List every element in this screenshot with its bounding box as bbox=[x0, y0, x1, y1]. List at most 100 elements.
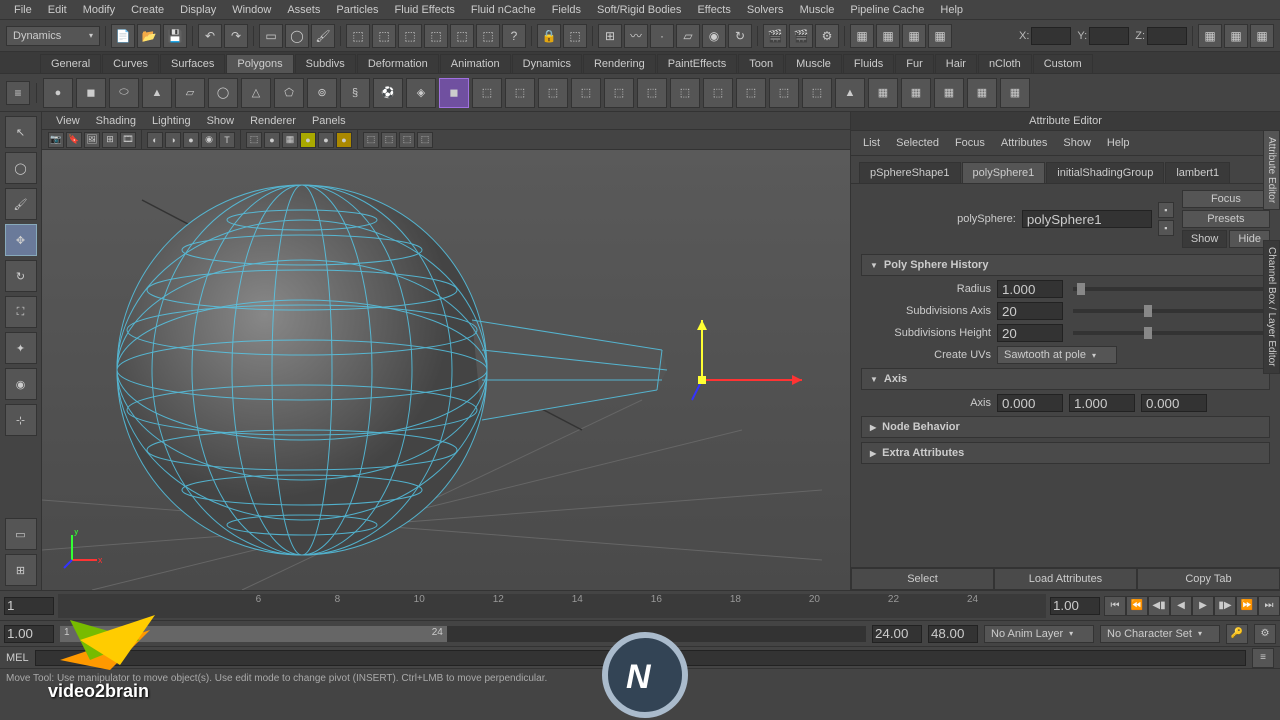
snap-curve-icon[interactable]: 〰 bbox=[624, 24, 648, 48]
shelf-tab-muscle[interactable]: Muscle bbox=[785, 54, 842, 73]
range-end-b-input[interactable] bbox=[928, 625, 978, 643]
shelf-tab-curves[interactable]: Curves bbox=[102, 54, 159, 73]
node-nav-down-icon[interactable]: ▪ bbox=[1158, 220, 1174, 236]
layout-panel-1-icon[interactable]: ▦ bbox=[1198, 24, 1222, 48]
axis-z-input[interactable] bbox=[1141, 394, 1207, 412]
vp-isolate-icon[interactable]: ⬚ bbox=[363, 132, 379, 148]
menu-particles[interactable]: Particles bbox=[328, 4, 386, 16]
poly-cone-icon[interactable]: ▲ bbox=[142, 78, 172, 108]
poly-append-icon[interactable]: ⬚ bbox=[637, 78, 667, 108]
attr-tab-polysphere[interactable]: polySphere1 bbox=[962, 162, 1046, 183]
poly-sphere-mesh[interactable] bbox=[102, 180, 702, 580]
section-node-behavior[interactable]: Node Behavior bbox=[861, 416, 1270, 438]
axis-x-input[interactable] bbox=[997, 394, 1063, 412]
shelf-tab-custom[interactable]: Custom bbox=[1033, 54, 1093, 73]
vp-tex-icon[interactable]: ▦ bbox=[282, 132, 298, 148]
poly-platonic-icon[interactable]: ◈ bbox=[406, 78, 436, 108]
show-manip-icon[interactable]: ⊹ bbox=[5, 404, 37, 436]
layout-panel-3-icon[interactable]: ▦ bbox=[1250, 24, 1274, 48]
render-icon[interactable]: 🎬 bbox=[763, 24, 787, 48]
menu-softrigid[interactable]: Soft/Rigid Bodies bbox=[589, 4, 689, 16]
poly-pyramid-icon[interactable]: △ bbox=[241, 78, 271, 108]
current-frame-left-input[interactable] bbox=[4, 597, 54, 615]
move-tool-icon[interactable]: ✥ bbox=[5, 224, 37, 256]
attr-menu-help[interactable]: Help bbox=[1101, 135, 1136, 151]
attr-menu-selected[interactable]: Selected bbox=[890, 135, 945, 151]
range-start-input[interactable] bbox=[4, 625, 54, 643]
vp-shading-5-icon[interactable]: T bbox=[219, 132, 235, 148]
autokey-icon[interactable]: 🔑 bbox=[1226, 624, 1248, 644]
poly-cube-icon[interactable]: ◼ bbox=[76, 78, 106, 108]
radius-input[interactable] bbox=[997, 280, 1063, 298]
soft-mod-tool-icon[interactable]: ◉ bbox=[5, 368, 37, 400]
vp-menu-view[interactable]: View bbox=[48, 115, 88, 127]
uv-2-icon[interactable]: ▦ bbox=[901, 78, 931, 108]
universal-tool-icon[interactable]: ✦ bbox=[5, 332, 37, 364]
subaxis-input[interactable] bbox=[997, 302, 1063, 320]
coord-z-input[interactable] bbox=[1147, 27, 1187, 45]
vp-camera-icon[interactable]: 📷 bbox=[48, 132, 64, 148]
shelf-tab-animation[interactable]: Animation bbox=[440, 54, 511, 73]
save-scene-icon[interactable]: 💾 bbox=[163, 24, 187, 48]
menu-fields[interactable]: Fields bbox=[544, 4, 589, 16]
layout-2-icon[interactable]: ▦ bbox=[876, 24, 900, 48]
poly-separate-icon[interactable]: ⬚ bbox=[505, 78, 535, 108]
scale-tool-icon[interactable]: ⛶ bbox=[5, 296, 37, 328]
step-fwd-icon[interactable]: ▮▶ bbox=[1214, 596, 1236, 616]
shelf-tab-general[interactable]: General bbox=[40, 54, 101, 73]
vp-light-3-icon[interactable]: ● bbox=[336, 132, 352, 148]
menu-muscle[interactable]: Muscle bbox=[792, 4, 843, 16]
lasso-tool-icon[interactable]: ◯ bbox=[5, 152, 37, 184]
menu-solvers[interactable]: Solvers bbox=[739, 4, 792, 16]
rotate-tool-icon[interactable]: ↻ bbox=[5, 260, 37, 292]
menu-fluideffects[interactable]: Fluid Effects bbox=[387, 4, 463, 16]
cmd-lang-label[interactable]: MEL bbox=[6, 652, 29, 664]
attr-tab-shape[interactable]: pSphereShape1 bbox=[859, 162, 961, 183]
anim-layer-dropdown[interactable]: No Anim Layer bbox=[984, 625, 1094, 643]
open-scene-icon[interactable]: 📂 bbox=[137, 24, 161, 48]
move-manipulator[interactable] bbox=[682, 310, 822, 450]
poly-bridge-icon[interactable]: ⬚ bbox=[604, 78, 634, 108]
vp-menu-shading[interactable]: Shading bbox=[88, 115, 144, 127]
poly-type-icon[interactable]: ◼ bbox=[439, 78, 469, 108]
new-scene-icon[interactable]: 📄 bbox=[111, 24, 135, 48]
go-end-icon[interactable]: ⏭ bbox=[1258, 596, 1280, 616]
attr-menu-show[interactable]: Show bbox=[1057, 135, 1097, 151]
poly-soccerball-icon[interactable]: ⚽ bbox=[373, 78, 403, 108]
subheight-slider[interactable] bbox=[1073, 331, 1270, 335]
poly-bevel-icon[interactable]: ⬚ bbox=[571, 78, 601, 108]
vp-grid-icon[interactable]: ⊞ bbox=[102, 132, 118, 148]
poly-helix-icon[interactable]: § bbox=[340, 78, 370, 108]
shelf-tab-subdivs[interactable]: Subdivs bbox=[295, 54, 356, 73]
selmask-4-icon[interactable]: ⬚ bbox=[424, 24, 448, 48]
poly-offset-icon[interactable]: ⬚ bbox=[703, 78, 733, 108]
node-name-input[interactable] bbox=[1022, 210, 1152, 228]
radius-slider[interactable] bbox=[1073, 287, 1270, 291]
range-end-a-input[interactable] bbox=[872, 625, 922, 643]
vp-xray-icon[interactable]: ⬚ bbox=[381, 132, 397, 148]
subaxis-slider[interactable] bbox=[1073, 309, 1270, 313]
redo-icon[interactable]: ↷ bbox=[224, 24, 248, 48]
poly-split-icon[interactable]: ⬚ bbox=[769, 78, 799, 108]
vp-shading-4-icon[interactable]: ◉ bbox=[201, 132, 217, 148]
shelf-tab-surfaces[interactable]: Surfaces bbox=[160, 54, 225, 73]
menu-display[interactable]: Display bbox=[172, 4, 224, 16]
poly-cylinder-icon[interactable]: ⬭ bbox=[109, 78, 139, 108]
snap-live-icon[interactable]: ◉ bbox=[702, 24, 726, 48]
uv-3-icon[interactable]: ▦ bbox=[934, 78, 964, 108]
paint-select-icon[interactable]: 🖌 bbox=[311, 24, 335, 48]
poly-pipe-icon[interactable]: ⊚ bbox=[307, 78, 337, 108]
menu-fluidncache[interactable]: Fluid nCache bbox=[463, 4, 544, 16]
ipr-icon[interactable]: 🎬 bbox=[789, 24, 813, 48]
layout-4-icon[interactable]: ▦ bbox=[928, 24, 952, 48]
selmask-6-icon[interactable]: ⬚ bbox=[476, 24, 500, 48]
poly-sphere-icon[interactable]: ● bbox=[43, 78, 73, 108]
menu-pipeline[interactable]: Pipeline Cache bbox=[842, 4, 932, 16]
load-attributes-button[interactable]: Load Attributes bbox=[994, 568, 1137, 590]
section-poly-sphere-history[interactable]: Poly Sphere History bbox=[861, 254, 1270, 276]
vp-smooth-icon[interactable]: ● bbox=[264, 132, 280, 148]
selmask-2-icon[interactable]: ⬚ bbox=[372, 24, 396, 48]
menu-create[interactable]: Create bbox=[123, 4, 172, 16]
poly-sculpt-icon[interactable]: ▲ bbox=[835, 78, 865, 108]
vp-shading-1-icon[interactable]: ◐ bbox=[147, 132, 163, 148]
